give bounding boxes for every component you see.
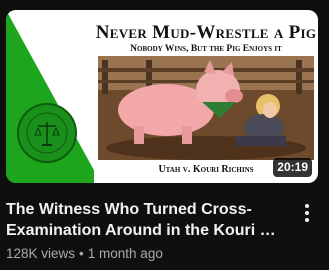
upload-age: 1 month ago [87, 246, 163, 261]
scales-of-justice-icon [17, 103, 77, 163]
video-thumbnail[interactable]: Never Mud-Wrestle a Pig Nobody Wins, But… [6, 10, 318, 183]
thumbnail-subtitle-text: Nobody Wins, But the Pig Enjoys it [130, 44, 282, 54]
video-title-line-1[interactable]: The Witness Who Turned Cross- [6, 199, 286, 220]
more-actions-button[interactable] [296, 200, 318, 226]
thumbnail-title-text: Never Mud-Wrestle a Pig [95, 22, 317, 43]
meta-separator: • [79, 246, 84, 261]
view-count: 128K views [6, 246, 76, 261]
more-vertical-icon-dot [305, 211, 309, 215]
more-vertical-icon [305, 204, 309, 208]
video-title[interactable]: The Witness Who Turned Cross- Examinatio… [6, 199, 286, 241]
video-metadata: 128K views • 1 month ago [6, 246, 163, 261]
video-card[interactable]: Never Mud-Wrestle a Pig Nobody Wins, But… [0, 0, 329, 270]
video-title-line-2[interactable]: Examination Around in the Kouri … [6, 220, 286, 241]
duration-badge: 20:19 [273, 158, 312, 177]
more-vertical-icon-dot [305, 218, 309, 222]
